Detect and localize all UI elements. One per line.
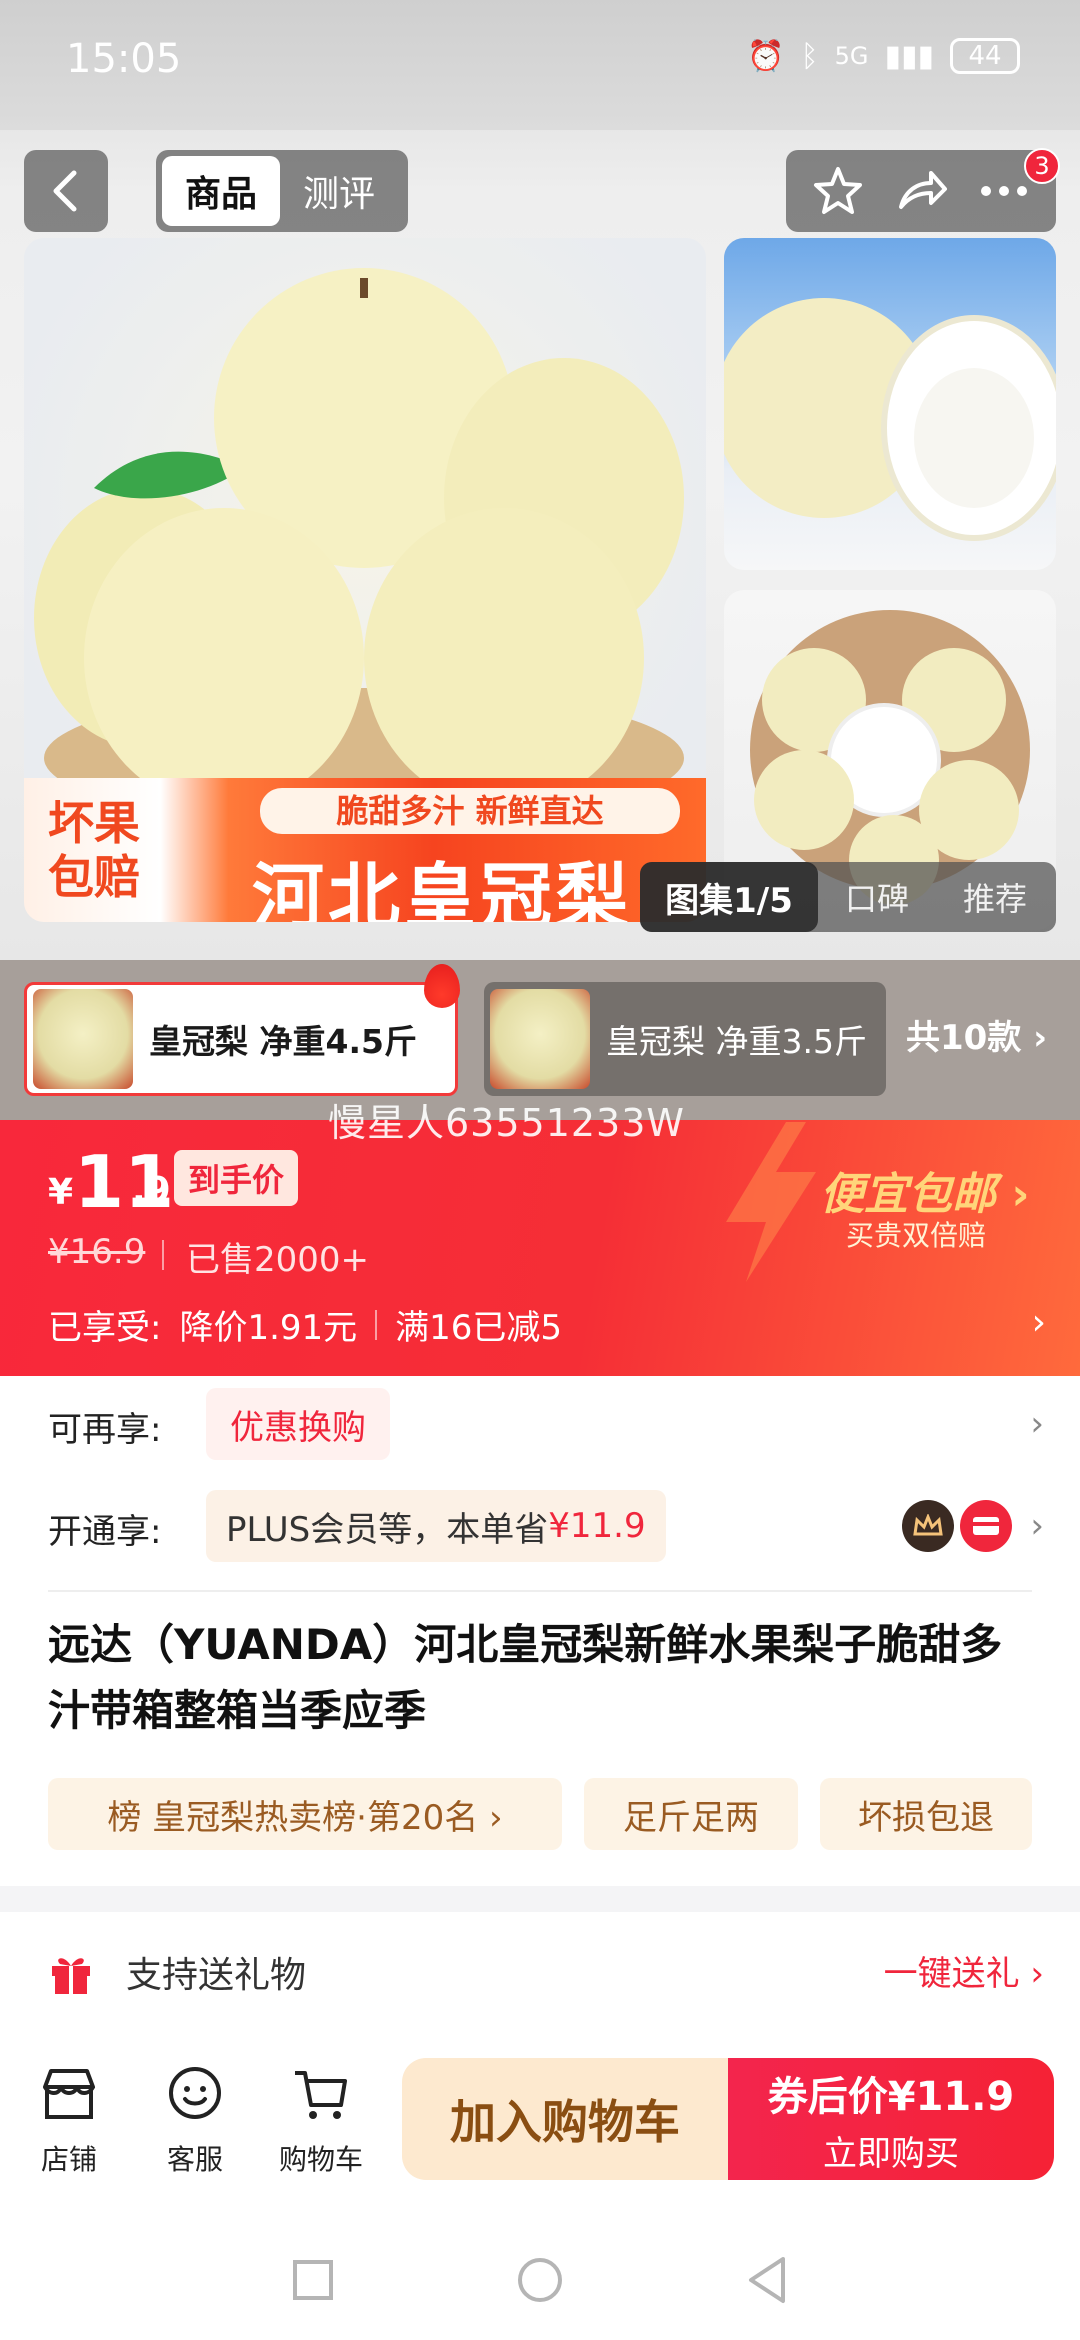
divider — [48, 1590, 1032, 1592]
divider — [375, 1309, 378, 1340]
battery-level: 44 — [968, 41, 1002, 71]
side-image-1[interactable] — [724, 238, 1056, 570]
price-currency: ¥ — [48, 1172, 74, 1213]
bluetooth-icon: ᛒ — [800, 38, 819, 74]
store-button[interactable]: 店铺 — [14, 2062, 124, 2178]
cart-button[interactable]: 购物车 — [266, 2062, 376, 2178]
banner-guarantee: 坏果 包赔 — [48, 796, 140, 904]
variant-thumbnail — [490, 989, 590, 1089]
status-time: 15:05 — [66, 36, 182, 82]
promo-title-text: 便宜包邮 — [820, 1169, 996, 1220]
variant-item-selected[interactable]: 皇冠梨 净重4.5斤 — [24, 982, 458, 1096]
chevron-right-icon[interactable]: › — [1030, 1506, 1044, 1546]
exchange-deal-chip[interactable]: 优惠换购 — [206, 1388, 390, 1460]
tab-review[interactable]: 测评 — [280, 156, 398, 226]
home-icon[interactable] — [515, 2255, 565, 2305]
crown-icon — [902, 1500, 954, 1552]
gallery-switcher: 图集1/5 口碑 推荐 — [640, 862, 1056, 932]
card-icon — [960, 1500, 1012, 1552]
chevron-right-icon[interactable]: › — [1030, 1404, 1044, 1444]
gallery-current[interactable]: 图集1/5 — [640, 862, 818, 932]
variant-label: 皇冠梨 净重3.5斤 — [606, 1022, 867, 1061]
plus-text: PLUS会员等，本单省 — [226, 1509, 549, 1550]
back-button[interactable] — [24, 150, 108, 232]
section-gap — [0, 1886, 1080, 1912]
gallery-recommend[interactable]: 推荐 — [936, 874, 1054, 920]
price-decimal: .9 — [132, 1170, 171, 1211]
banner-title: 河北皇冠梨 — [252, 855, 633, 922]
share-icon[interactable] — [893, 163, 949, 219]
membership-icons — [902, 1500, 1012, 1552]
promo-subtitle: 买贵双倍赔 — [846, 1219, 987, 1252]
back-nav-icon[interactable] — [745, 2255, 789, 2305]
chevron-right-icon[interactable]: › — [1032, 1302, 1046, 1343]
notification-badge: 3 — [1024, 148, 1060, 184]
action-group — [786, 150, 1056, 232]
variant-label: 皇冠梨 净重4.5斤 — [149, 1022, 417, 1061]
sliced-pear-illustration — [724, 298, 1056, 541]
add-to-cart-button[interactable]: 加入购物车 — [402, 2058, 728, 2180]
battery-icon: 44 — [950, 38, 1020, 74]
plus-amount: ¥11.9 — [548, 1506, 646, 1546]
buy-now-button[interactable]: 券后价¥11.9 立即购买 — [728, 2058, 1054, 2180]
buy-price-label: 券后价¥11.9 — [767, 2073, 1015, 2120]
discount-threshold: 满16已减5 — [395, 1308, 563, 1348]
customer-service-button[interactable]: 客服 — [140, 2062, 250, 2178]
chat-smile-icon — [169, 2067, 221, 2119]
more-variants-button[interactable]: 共10款 › — [906, 1010, 1047, 1059]
gallery-reviews[interactable]: 口碑 — [818, 874, 936, 920]
damage-return-tag[interactable]: 坏损包退 — [820, 1778, 1032, 1850]
main-product-image[interactable]: 坏果 包赔 脆甜多汁 新鲜直达 河北皇冠梨 — [24, 238, 706, 922]
tab-product[interactable]: 商品 — [162, 156, 280, 226]
more-variants-label: 共10款 — [906, 1018, 1022, 1058]
gift-icon — [52, 1958, 90, 1994]
signal-icon: ▮▮▮ — [884, 38, 934, 74]
status-icons: ⏰ ᛒ 5G ▮▮▮ 44 — [747, 38, 1020, 74]
gift-support-label: 支持送礼物 — [126, 1955, 307, 1996]
chevron-right-icon: › — [1033, 1018, 1048, 1058]
discount-label: 已享受: — [48, 1308, 162, 1348]
banner-subtitle: 脆甜多汁 新鲜直达 — [260, 788, 680, 834]
discount-price-drop: 降价1.91元 — [179, 1308, 358, 1348]
recent-apps-icon[interactable] — [291, 2258, 335, 2302]
customer-service-label: 客服 — [166, 2143, 223, 2176]
divider — [162, 1240, 164, 1270]
full-weight-tag[interactable]: 足斤足两 — [584, 1778, 798, 1850]
system-navigation — [0, 2220, 1080, 2340]
original-price: ¥16.9 — [48, 1232, 146, 1272]
signal-label: 5G — [834, 42, 869, 70]
variant-thumbnail — [33, 989, 133, 1089]
send-gift-button[interactable]: 一键送礼 › — [884, 1946, 1044, 1995]
chevron-right-icon: › — [1011, 1169, 1030, 1220]
alarm-icon: ⏰ — [747, 38, 785, 74]
star-icon[interactable] — [810, 163, 866, 219]
sold-count: 已售2000+ — [186, 1240, 370, 1280]
lightning-decoration-icon — [726, 1122, 816, 1282]
promo-title[interactable]: 便宜包邮 › — [820, 1158, 1029, 1222]
ranking-tag[interactable]: 榜 皇冠梨热卖榜·第20名 › — [48, 1778, 562, 1850]
store-icon — [43, 2069, 95, 2119]
watermark: 慢星人63551233W — [328, 1101, 685, 1145]
chevron-left-icon — [53, 170, 77, 212]
buy-now-label: 立即购买 — [823, 2133, 959, 2174]
price-tag: 到手价 — [174, 1150, 299, 1206]
discount-line[interactable]: 已享受: 降价1.91元 满16已减5 — [48, 1300, 562, 1349]
store-label: 店铺 — [40, 2143, 97, 2176]
membership-label: 开通享: — [48, 1512, 162, 1552]
variant-item[interactable]: 皇冠梨 净重3.5斤 — [484, 982, 886, 1096]
benefit-label: 可再享: — [48, 1410, 162, 1450]
tab-switch: 商品 测评 — [156, 150, 408, 232]
product-title: 远达（YUANDA）河北皇冠梨新鲜水果梨子脆甜多汁带箱整箱当季应季 — [48, 1620, 1003, 1735]
cart-icon — [295, 2071, 347, 2119]
plus-membership-chip[interactable]: PLUS会员等，本单省 ¥11.9 — [206, 1490, 666, 1562]
hot-flame-icon — [424, 964, 460, 1008]
cart-label: 购物车 — [278, 2143, 363, 2176]
